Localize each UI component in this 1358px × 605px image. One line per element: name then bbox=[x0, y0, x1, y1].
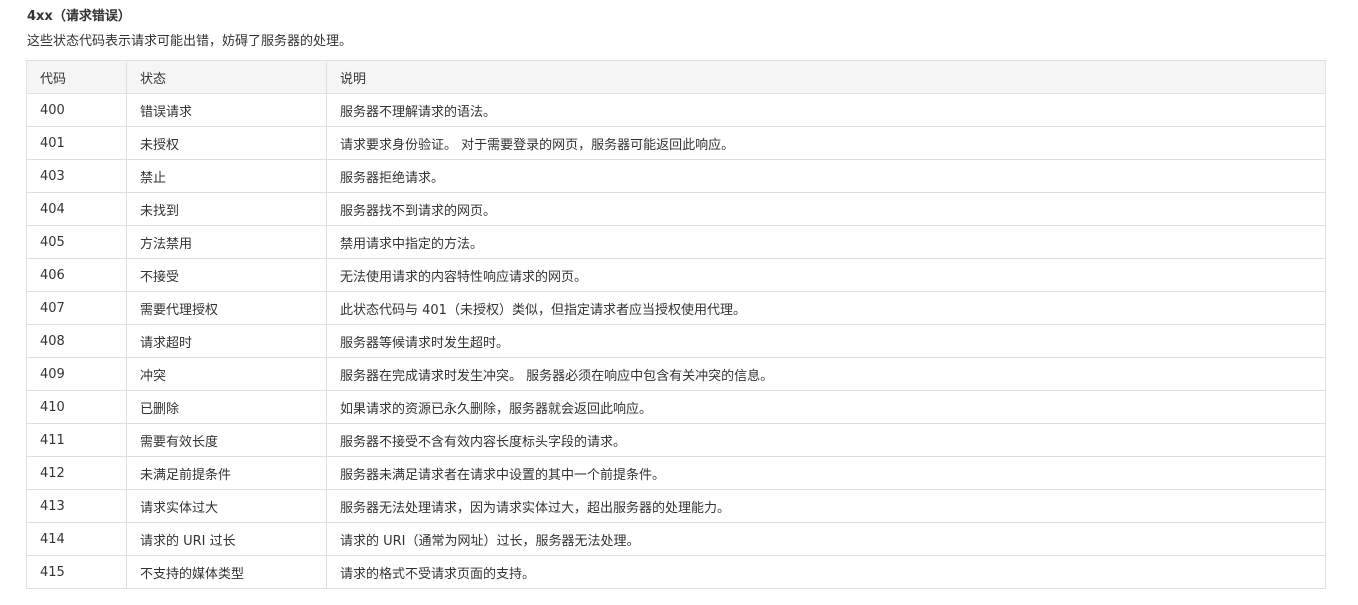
table-row: 405 方法禁用 禁用请求中指定的方法。 bbox=[26, 225, 1326, 259]
table-row: 407 需要代理授权 此状态代码与 401（未授权）类似，但指定请求者应当授权使… bbox=[26, 291, 1326, 325]
cell-code: 411 bbox=[26, 423, 127, 457]
cell-code: 401 bbox=[26, 126, 127, 160]
section-title: 4xx（请求错误） bbox=[27, 9, 131, 24]
table-row: 409 冲突 服务器在完成请求时发生冲突。 服务器必须在响应中包含有关冲突的信息… bbox=[26, 357, 1326, 391]
cell-status: 方法禁用 bbox=[126, 225, 327, 259]
cell-description: 请求要求身份验证。 对于需要登录的网页，服务器可能返回此响应。 bbox=[326, 126, 1326, 160]
cell-code: 409 bbox=[26, 357, 127, 391]
cell-code: 407 bbox=[26, 291, 127, 325]
cell-description: 禁用请求中指定的方法。 bbox=[326, 225, 1326, 259]
table-row: 410 已删除 如果请求的资源已永久删除，服务器就会返回此响应。 bbox=[26, 390, 1326, 424]
cell-status: 不接受 bbox=[126, 258, 327, 292]
cell-status: 冲突 bbox=[126, 357, 327, 391]
status-code-table: 代码 状态 说明 400 错误请求 服务器不理解请求的语法。 401 未授权 请… bbox=[26, 60, 1326, 589]
table-row: 411 需要有效长度 服务器不接受不含有效内容长度标头字段的请求。 bbox=[26, 423, 1326, 457]
cell-description: 服务器不理解请求的语法。 bbox=[326, 93, 1326, 127]
table-row: 406 不接受 无法使用请求的内容特性响应请求的网页。 bbox=[26, 258, 1326, 292]
table-row: 415 不支持的媒体类型 请求的格式不受请求页面的支持。 bbox=[26, 555, 1326, 589]
cell-status: 请求超时 bbox=[126, 324, 327, 358]
cell-status: 需要代理授权 bbox=[126, 291, 327, 325]
cell-code: 403 bbox=[26, 159, 127, 193]
cell-status: 需要有效长度 bbox=[126, 423, 327, 457]
cell-status: 未满足前提条件 bbox=[126, 456, 327, 490]
table-row: 413 请求实体过大 服务器无法处理请求，因为请求实体过大，超出服务器的处理能力… bbox=[26, 489, 1326, 523]
cell-code: 414 bbox=[26, 522, 127, 556]
cell-description: 服务器未满足请求者在请求中设置的其中一个前提条件。 bbox=[326, 456, 1326, 490]
cell-status: 禁止 bbox=[126, 159, 327, 193]
cell-code: 400 bbox=[26, 93, 127, 127]
cell-description: 无法使用请求的内容特性响应请求的网页。 bbox=[326, 258, 1326, 292]
cell-status: 未授权 bbox=[126, 126, 327, 160]
cell-code: 413 bbox=[26, 489, 127, 523]
table-row: 401 未授权 请求要求身份验证。 对于需要登录的网页，服务器可能返回此响应。 bbox=[26, 126, 1326, 160]
cell-code: 412 bbox=[26, 456, 127, 490]
cell-description: 服务器无法处理请求，因为请求实体过大，超出服务器的处理能力。 bbox=[326, 489, 1326, 523]
cell-description: 如果请求的资源已永久删除，服务器就会返回此响应。 bbox=[326, 390, 1326, 424]
header-description: 说明 bbox=[326, 60, 1326, 94]
section-description: 这些状态代码表示请求可能出错，妨碍了服务器的处理。 bbox=[27, 34, 353, 49]
cell-code: 415 bbox=[26, 555, 127, 589]
table-row: 400 错误请求 服务器不理解请求的语法。 bbox=[26, 93, 1326, 127]
cell-status: 请求实体过大 bbox=[126, 489, 327, 523]
cell-status: 已删除 bbox=[126, 390, 327, 424]
cell-code: 406 bbox=[26, 258, 127, 292]
header-status: 状态 bbox=[126, 60, 327, 94]
cell-description: 此状态代码与 401（未授权）类似，但指定请求者应当授权使用代理。 bbox=[326, 291, 1326, 325]
table-row: 414 请求的 URI 过长 请求的 URI（通常为网址）过长，服务器无法处理。 bbox=[26, 522, 1326, 556]
table-row: 403 禁止 服务器拒绝请求。 bbox=[26, 159, 1326, 193]
cell-code: 410 bbox=[26, 390, 127, 424]
table-header-row: 代码 状态 说明 bbox=[26, 60, 1326, 94]
cell-description: 服务器等候请求时发生超时。 bbox=[326, 324, 1326, 358]
cell-description: 请求的 URI（通常为网址）过长，服务器无法处理。 bbox=[326, 522, 1326, 556]
cell-code: 404 bbox=[26, 192, 127, 226]
cell-code: 408 bbox=[26, 324, 127, 358]
cell-description: 服务器不接受不含有效内容长度标头字段的请求。 bbox=[326, 423, 1326, 457]
table-row: 412 未满足前提条件 服务器未满足请求者在请求中设置的其中一个前提条件。 bbox=[26, 456, 1326, 490]
cell-status: 不支持的媒体类型 bbox=[126, 555, 327, 589]
header-code: 代码 bbox=[26, 60, 127, 94]
cell-description: 服务器拒绝请求。 bbox=[326, 159, 1326, 193]
table-row: 408 请求超时 服务器等候请求时发生超时。 bbox=[26, 324, 1326, 358]
cell-status: 请求的 URI 过长 bbox=[126, 522, 327, 556]
cell-description: 服务器在完成请求时发生冲突。 服务器必须在响应中包含有关冲突的信息。 bbox=[326, 357, 1326, 391]
cell-status: 错误请求 bbox=[126, 93, 327, 127]
cell-description: 请求的格式不受请求页面的支持。 bbox=[326, 555, 1326, 589]
table-row: 404 未找到 服务器找不到请求的网页。 bbox=[26, 192, 1326, 226]
cell-status: 未找到 bbox=[126, 192, 327, 226]
cell-description: 服务器找不到请求的网页。 bbox=[326, 192, 1326, 226]
cell-code: 405 bbox=[26, 225, 127, 259]
